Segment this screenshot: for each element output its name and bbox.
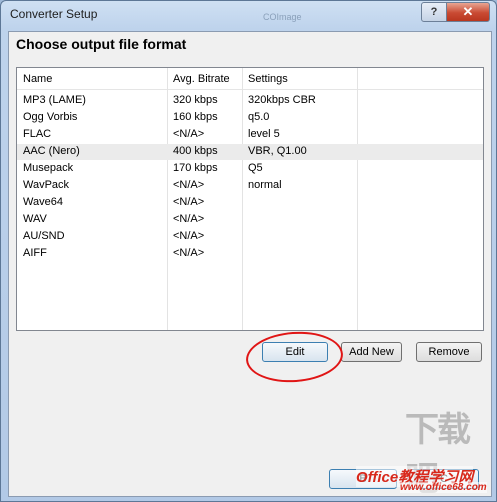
format-name: FLAC (23, 128, 52, 140)
window-title: Converter Setup (10, 7, 98, 21)
remove-button[interactable]: Remove (416, 342, 482, 362)
format-settings: normal (248, 179, 282, 191)
format-name: AIFF (23, 247, 47, 259)
format-bitrate: <N/A> (173, 230, 205, 242)
format-bitrate: 320 kbps (173, 94, 218, 106)
add-new-button[interactable]: Add New (341, 342, 402, 362)
format-settings: Q5 (248, 162, 263, 174)
list-item[interactable]: AIFF <N/A> (17, 246, 483, 262)
format-settings: 320kbps CBR (248, 94, 316, 106)
format-bitrate: <N/A> (173, 179, 205, 191)
help-button[interactable]: ? (421, 2, 447, 22)
list-item[interactable]: Ogg Vorbis 160 kbps q5.0 (17, 110, 483, 126)
edit-button[interactable]: Edit (262, 342, 328, 362)
close-icon: ✕ (462, 4, 474, 19)
format-bitrate: 170 kbps (173, 162, 218, 174)
column-header-settings[interactable]: Settings (248, 73, 288, 85)
format-name: AU/SND (23, 230, 65, 242)
list-item[interactable]: AU/SND <N/A> (17, 229, 483, 245)
column-header-name[interactable]: Name (23, 73, 52, 85)
format-bitrate: 400 kbps (173, 145, 218, 157)
format-name: WAV (23, 213, 47, 225)
list-header: Name Avg. Bitrate Settings (17, 68, 483, 90)
list-item[interactable]: FLAC <N/A> level 5 (17, 127, 483, 143)
format-bitrate: <N/A> (173, 128, 205, 140)
background-window-title: COImage (263, 12, 302, 22)
list-item[interactable]: WAV <N/A> (17, 212, 483, 228)
format-bitrate: <N/A> (173, 196, 205, 208)
close-button[interactable]: ✕ (446, 2, 490, 22)
list-item[interactable]: WavPack <N/A> normal (17, 178, 483, 194)
format-name: WavPack (23, 179, 70, 191)
format-name: Ogg Vorbis (23, 111, 78, 123)
list-item[interactable]: MP3 (LAME) 320 kbps 320kbps CBR (17, 93, 483, 109)
column-header-bitrate[interactable]: Avg. Bitrate (173, 73, 230, 85)
format-list[interactable]: Name Avg. Bitrate Settings MP3 (LAME) 32… (16, 67, 484, 331)
page-title: Choose output file format (16, 36, 187, 52)
format-name: MP3 (LAME) (23, 94, 86, 106)
format-bitrate: <N/A> (173, 213, 205, 225)
format-settings: q5.0 (248, 111, 270, 123)
list-item-selected[interactable]: AAC (Nero) 400 kbps VBR, Q1.00 (17, 144, 483, 160)
format-bitrate: <N/A> (173, 247, 205, 259)
format-name: Musepack (23, 162, 74, 174)
format-name: Wave64 (23, 196, 63, 208)
list-item[interactable]: Musepack 170 kbps Q5 (17, 161, 483, 177)
watermark-site-url: www.office68.com (400, 482, 487, 493)
format-settings: VBR, Q1.00 (248, 145, 307, 157)
format-settings: level 5 (248, 128, 280, 140)
list-item[interactable]: Wave64 <N/A> (17, 195, 483, 211)
format-name: AAC (Nero) (23, 145, 80, 157)
format-bitrate: 160 kbps (173, 111, 218, 123)
